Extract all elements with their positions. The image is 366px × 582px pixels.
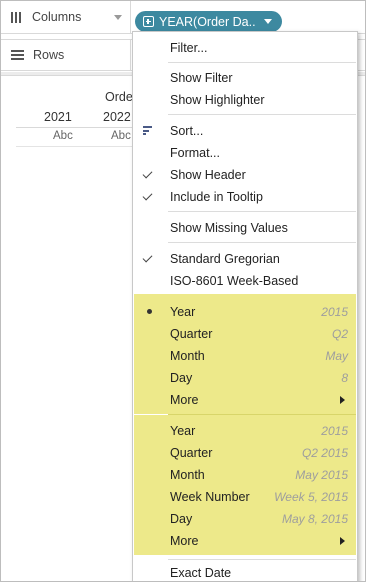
menu-item-label: More — [170, 534, 199, 548]
menu-item-label: Show Highlighter — [170, 93, 265, 107]
menu-item-more-continuous[interactable]: More — [133, 530, 357, 552]
menu-item-label: Year — [170, 305, 196, 319]
pill-label: YEAR(Order Da.. — [159, 14, 256, 29]
header-divider — [16, 127, 136, 128]
menu-item-day-continuous[interactable]: Day May 8, 2015 — [133, 508, 357, 530]
menu-item-iso-week-based[interactable]: ISO-8601 Week-Based — [133, 270, 357, 292]
menu-item-include-tooltip[interactable]: Include in Tooltip — [133, 186, 357, 208]
menu-item-filter[interactable]: Filter... — [133, 37, 357, 59]
menu-separator — [168, 211, 356, 212]
pill-context-menu: Filter... Show Filter Show Highlighter S… — [132, 31, 358, 581]
menu-item-exact-date[interactable]: Exact Date — [133, 562, 357, 581]
tableau-worksheet: Columns YEAR(Order Da.. Rows Order 2021 … — [0, 0, 366, 582]
menu-item-example: 8 — [341, 371, 348, 385]
menu-separator — [168, 559, 356, 560]
menu-item-example: Week 5, 2015 — [274, 490, 348, 504]
menu-item-label: Sort... — [170, 124, 204, 138]
plus-box-icon[interactable] — [143, 16, 154, 27]
menu-item-show-highlighter[interactable]: Show Highlighter — [133, 89, 357, 111]
menu-item-week-number-continuous[interactable]: Week Number Week 5, 2015 — [133, 486, 357, 508]
menu-item-example: Q2 2015 — [301, 446, 348, 460]
menu-item-label: Standard Gregorian — [170, 252, 280, 266]
menu-separator — [168, 414, 356, 415]
menu-item-example: 2015 — [321, 305, 348, 319]
submenu-arrow-icon — [340, 537, 345, 545]
bullet-icon — [147, 309, 152, 314]
menu-item-example: May 8, 2015 — [281, 512, 348, 526]
menu-item-format[interactable]: Format... — [133, 142, 357, 164]
menu-item-label: Show Missing Values — [170, 221, 288, 235]
menu-item-month-continuous[interactable]: Month May 2015 — [133, 464, 357, 486]
columns-label: Columns — [32, 10, 82, 24]
menu-item-label: Day — [170, 371, 193, 385]
menu-item-year-discrete[interactable]: Year 2015 — [133, 301, 357, 323]
menu-item-label: Quarter — [170, 327, 213, 341]
menu-item-show-filter[interactable]: Show Filter — [133, 67, 357, 89]
menu-item-month-discrete[interactable]: Month May — [133, 345, 357, 367]
menu-item-quarter-continuous[interactable]: Quarter Q2 2015 — [133, 442, 357, 464]
sort-icon — [143, 126, 153, 135]
menu-item-label: Show Header — [170, 168, 246, 182]
menu-item-label: Filter... — [170, 41, 208, 55]
table-cell: Abc — [53, 130, 73, 142]
chevron-down-icon[interactable] — [114, 15, 122, 20]
row-divider — [16, 146, 136, 147]
menu-item-example: 2015 — [321, 424, 348, 438]
menu-item-quarter-discrete[interactable]: Quarter Q2 — [133, 323, 357, 345]
checkmark-icon — [142, 168, 153, 179]
menu-item-example: May — [325, 349, 348, 363]
menu-item-label: Month — [170, 349, 205, 363]
menu-item-label: Exact Date — [170, 566, 232, 580]
menu-item-label: Month — [170, 468, 205, 482]
menu-item-standard-gregorian[interactable]: Standard Gregorian — [133, 248, 357, 270]
menu-item-day-discrete[interactable]: Day 8 — [133, 367, 357, 389]
menu-item-label: Include in Tooltip — [170, 190, 263, 204]
rows-label: Rows — [33, 48, 65, 62]
menu-item-sort[interactable]: Sort... — [133, 120, 357, 142]
menu-item-show-header[interactable]: Show Header — [133, 164, 357, 186]
menu-separator — [168, 114, 356, 115]
menu-item-more-discrete[interactable]: More — [133, 389, 357, 411]
menu-item-label: More — [170, 393, 199, 407]
submenu-arrow-icon — [340, 396, 345, 404]
menu-item-label: Week Number — [170, 490, 250, 504]
year-order-date-pill[interactable]: YEAR(Order Da.. — [135, 11, 282, 32]
columns-shelf-label: Columns — [1, 1, 131, 33]
columns-icon — [11, 11, 23, 23]
menu-item-label: Show Filter — [170, 71, 233, 85]
menu-item-label: Day — [170, 512, 193, 526]
rows-shelf-label: Rows — [1, 40, 131, 70]
menu-item-example: Q2 — [331, 327, 348, 341]
caret-down-icon[interactable] — [263, 19, 272, 24]
table-cell: Abc — [111, 130, 131, 142]
rows-icon — [11, 50, 24, 60]
checkmark-icon — [142, 190, 153, 201]
year-header-2022[interactable]: 2022 — [103, 110, 131, 124]
checkmark-icon — [142, 252, 153, 263]
menu-item-label: Year — [170, 424, 196, 438]
menu-separator — [168, 242, 356, 243]
menu-separator — [168, 62, 356, 63]
year-header-2021[interactable]: 2021 — [44, 110, 72, 124]
menu-item-example: May 2015 — [295, 468, 348, 482]
menu-item-show-missing-values[interactable]: Show Missing Values — [133, 217, 357, 239]
menu-item-label: Quarter — [170, 446, 213, 460]
menu-item-year-continuous[interactable]: Year 2015 — [133, 420, 357, 442]
menu-item-label: ISO-8601 Week-Based — [170, 274, 299, 288]
menu-item-label: Format... — [170, 146, 221, 160]
